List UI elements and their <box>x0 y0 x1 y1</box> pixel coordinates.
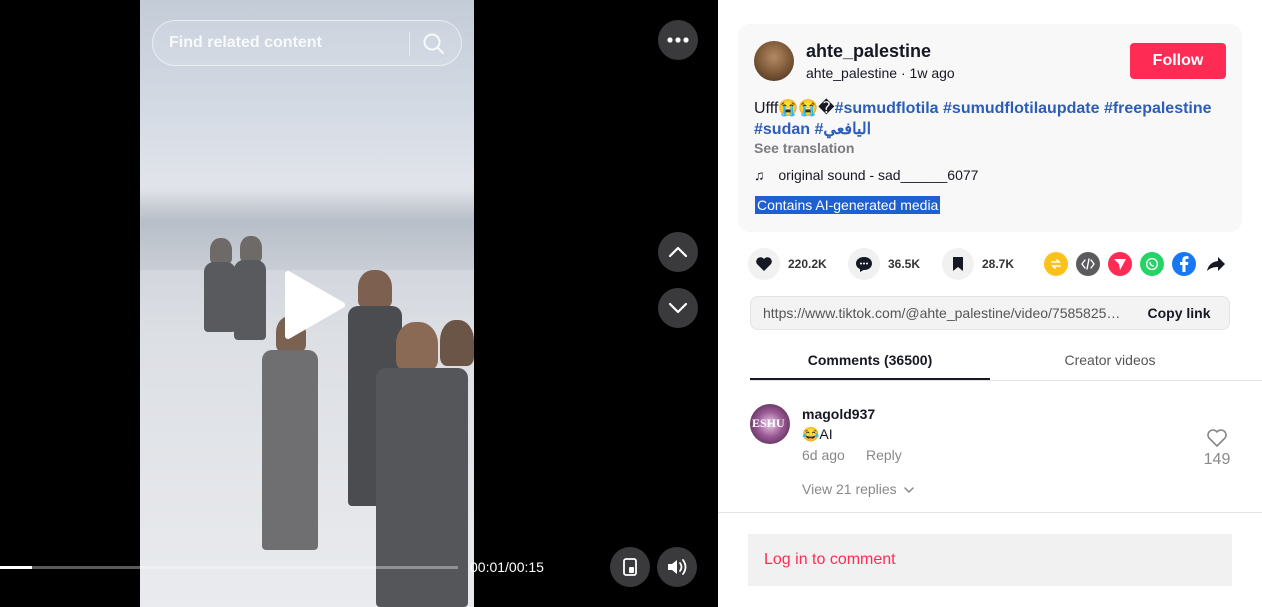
author-name[interactable]: ahte_palestine <box>806 41 931 62</box>
save-action[interactable]: 28.7K <box>942 246 1014 282</box>
chevron-down-icon <box>903 487 914 494</box>
embed-icon[interactable] <box>1076 252 1100 276</box>
more-dots-icon <box>667 37 689 43</box>
save-count: 28.7K <box>982 257 1015 271</box>
volume-icon <box>668 559 687 575</box>
author-avatar[interactable] <box>754 41 794 81</box>
comment-count: 36.5K <box>888 257 921 271</box>
music-title[interactable]: original sound - sad______6077 <box>778 167 978 183</box>
search-icon[interactable] <box>421 31 447 57</box>
search-divider <box>409 32 410 56</box>
view-replies-button[interactable]: View 21 replies <box>802 481 914 497</box>
ai-generated-label[interactable]: Contains AI-generated media <box>755 196 941 214</box>
author-handle[interactable]: ahte_palestine <box>806 65 897 81</box>
next-video-button[interactable] <box>658 288 698 328</box>
tab-comments[interactable]: Comments (36500) <box>750 340 990 380</box>
video-figure <box>234 260 266 340</box>
facebook-icon[interactable] <box>1172 252 1196 276</box>
video-progress-fill <box>0 566 33 569</box>
see-translation-link[interactable]: See translation <box>754 140 854 156</box>
video-player[interactable]: Find related content 00:01/00:15 <box>0 0 718 607</box>
comment-time: 6d ago <box>802 447 845 463</box>
video-figure <box>358 270 392 308</box>
floating-player-button[interactable] <box>610 547 650 587</box>
video-figure <box>210 238 232 264</box>
play-button[interactable] <box>280 270 350 340</box>
hashtag[interactable]: #freepalestine <box>1104 100 1212 117</box>
login-to-comment-bar[interactable]: Log in to comment <box>748 534 1232 586</box>
video-link-box[interactable]: https://www.tiktok.com/@ahte_palestine/v… <box>750 296 1230 330</box>
view-replies-label: View 21 replies <box>802 481 897 497</box>
repost-icon[interactable] <box>1044 252 1068 276</box>
commenter-avatar[interactable]: ESHU <box>750 404 790 444</box>
bookmark-icon[interactable] <box>942 248 974 280</box>
author-subline: ahte_palestine · 1w ago <box>806 65 955 81</box>
login-to-comment-link[interactable]: Log in to comment <box>764 551 896 569</box>
tabs-divider <box>750 380 1262 381</box>
video-figure <box>440 320 474 366</box>
hashtag[interactable]: #sumudflotila <box>835 100 939 117</box>
panel-tabs: Comments (36500) Creator videos <box>750 340 1230 380</box>
commenter-avatar-text: ESHU <box>752 416 785 430</box>
more-options-button[interactable] <box>658 20 698 60</box>
volume-button[interactable] <box>657 547 697 587</box>
copy-link-button[interactable]: Copy link <box>1129 297 1229 329</box>
video-figure <box>262 350 318 550</box>
video-scenery <box>140 190 474 270</box>
action-bar: 220.2K 36.5K 28.7K <box>748 246 1238 282</box>
chevron-down-icon <box>668 302 688 314</box>
video-figure <box>204 262 236 332</box>
comment-text: 😂AI <box>802 426 833 442</box>
search-placeholder: Find related content <box>169 34 322 51</box>
send-icon[interactable] <box>1108 252 1132 276</box>
video-figure <box>240 236 262 262</box>
video-frame[interactable] <box>140 0 474 607</box>
video-info-card: ahte_palestine ahte_palestine · 1w ago F… <box>738 24 1242 232</box>
comment-like-count: 149 <box>1203 451 1231 468</box>
hashtag[interactable]: #sumudflotilaupdate <box>943 100 1099 117</box>
commenter-username[interactable]: magold937 <box>802 406 875 422</box>
comment-item: ESHU magold937 😂AI 6d ago Reply 149 View… <box>750 396 1230 506</box>
comment-icon[interactable] <box>848 248 880 280</box>
video-progress-bar[interactable] <box>0 566 458 569</box>
video-details-panel: ahte_palestine ahte_palestine · 1w ago F… <box>718 0 1262 607</box>
video-figure <box>396 322 438 370</box>
video-link-url[interactable]: https://www.tiktok.com/@ahte_palestine/v… <box>763 305 1125 321</box>
post-age: 1w ago <box>909 65 955 81</box>
hashtag[interactable]: #sudan <box>754 121 810 138</box>
like-count: 220.2K <box>788 257 827 271</box>
chevron-up-icon <box>668 246 688 258</box>
comment-action[interactable]: 36.5K <box>848 246 920 282</box>
share-arrow-icon[interactable] <box>1204 252 1228 276</box>
play-icon <box>285 271 345 339</box>
tab-creator-videos[interactable]: Creator videos <box>990 340 1230 380</box>
music-row[interactable]: ♫ original sound - sad______6077 <box>754 167 978 183</box>
previous-video-button[interactable] <box>658 232 698 272</box>
find-related-search[interactable]: Find related content <box>152 20 462 66</box>
heart-icon[interactable] <box>748 248 780 280</box>
video-description: Ufff😭😭�#sumudflotila #sumudflotilaupdate… <box>754 98 1234 140</box>
subline-separator: · <box>900 65 910 81</box>
tiktok-video-page: Find related content 00:01/00:15 ahte_pa… <box>0 0 1262 607</box>
hashtag[interactable]: #اليافعي <box>814 121 871 138</box>
comment-like-heart-icon[interactable] <box>1206 428 1228 450</box>
like-action[interactable]: 220.2K <box>748 246 827 282</box>
music-note-icon: ♫ <box>754 167 765 183</box>
mini-player-icon <box>623 558 637 576</box>
video-figure <box>376 368 468 607</box>
comments-divider <box>718 512 1262 513</box>
video-time: 00:01/00:15 <box>470 559 544 575</box>
whatsapp-icon[interactable] <box>1140 252 1164 276</box>
follow-button[interactable]: Follow <box>1130 43 1226 79</box>
description-text: Ufff😭😭� <box>754 100 835 117</box>
reply-button[interactable]: Reply <box>866 447 902 463</box>
